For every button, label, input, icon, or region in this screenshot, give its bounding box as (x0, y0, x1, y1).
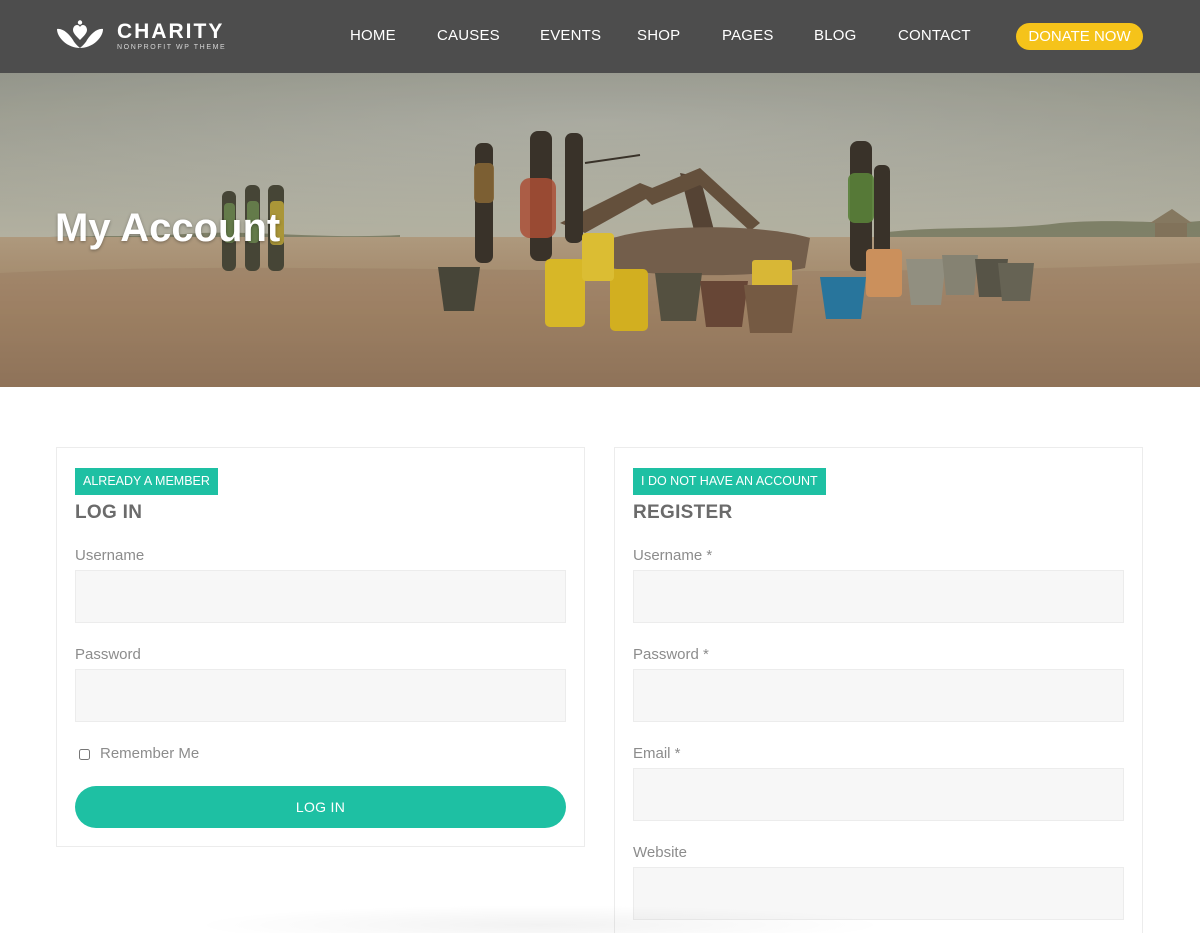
donate-now-button[interactable]: DONATE NOW (1016, 23, 1143, 50)
nav-item-causes[interactable]: CAUSES (437, 26, 500, 46)
nav-item-home[interactable]: HOME (350, 26, 396, 46)
hands-heart-icon (57, 20, 103, 48)
remember-me-label: Remember Me (100, 745, 200, 762)
login-panel: ALREADY A MEMBER LOG IN Username Passwor… (56, 447, 585, 847)
site-logo[interactable]: CHARITY NONPROFIT WP THEME (55, 20, 226, 54)
login-username-label: Username (75, 547, 145, 564)
brand-title: CHARITY (117, 19, 225, 43)
hero-banner: My Account (0, 73, 1200, 387)
register-username-label: Username * (633, 547, 713, 564)
register-password-input[interactable] (633, 669, 1124, 722)
register-website-label: Website (633, 844, 687, 861)
nav-item-contact[interactable]: CONTACT (898, 26, 971, 46)
register-username-input[interactable] (633, 570, 1124, 623)
login-username-input[interactable] (75, 570, 566, 623)
brand-subtitle: NONPROFIT WP THEME (117, 43, 227, 51)
nav-item-shop[interactable]: SHOP (637, 26, 680, 46)
site-header: CHARITY NONPROFIT WP THEME HOME CAUSES E… (0, 0, 1200, 73)
register-email-input[interactable] (633, 768, 1124, 821)
already-member-badge: ALREADY A MEMBER (75, 468, 218, 495)
nav-item-events[interactable]: EVENTS (540, 26, 601, 46)
nav-item-pages[interactable]: PAGES (722, 26, 774, 46)
remember-me-checkbox[interactable] (79, 748, 90, 760)
login-password-input[interactable] (75, 669, 566, 722)
login-button[interactable]: LOG IN (75, 786, 566, 828)
register-email-label: Email * (633, 745, 681, 762)
login-password-label: Password (75, 646, 141, 663)
register-website-input[interactable] (633, 867, 1124, 920)
register-password-label: Password * (633, 646, 709, 663)
logo-text: CHARITY NONPROFIT WP THEME (117, 19, 227, 53)
remember-me[interactable]: Remember Me (79, 745, 199, 763)
login-heading: LOG IN (75, 502, 143, 523)
nav-item-blog[interactable]: BLOG (814, 26, 856, 46)
register-heading: REGISTER (633, 502, 733, 523)
page-title: My Account (55, 206, 281, 250)
no-account-badge: I DO NOT HAVE AN ACCOUNT (633, 468, 826, 495)
register-panel: I DO NOT HAVE AN ACCOUNT REGISTER Userna… (614, 447, 1143, 933)
